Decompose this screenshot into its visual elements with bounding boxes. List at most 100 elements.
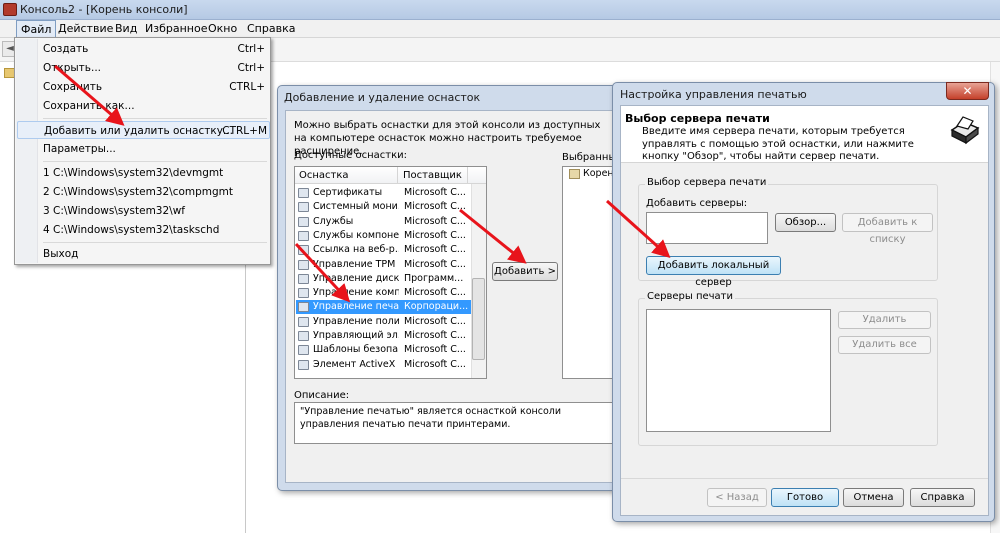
remove-all-button[interactable]: Удалить все bbox=[838, 336, 931, 354]
menu-separator bbox=[43, 161, 267, 162]
menu-file[interactable]: Файл bbox=[16, 20, 57, 38]
add-snapin-button[interactable]: Добавить > bbox=[492, 262, 558, 281]
snapin-vendor: Microsoft C... bbox=[404, 215, 466, 227]
table-row[interactable]: Элемент ActiveX Microsoft C... bbox=[296, 358, 471, 372]
snapin-name: Службы компоне... bbox=[313, 229, 399, 241]
menu-view[interactable]: Вид bbox=[112, 22, 140, 35]
snapin-icon bbox=[298, 359, 309, 370]
remove-button[interactable]: Удалить bbox=[838, 311, 931, 329]
menu-item-shortcut: Ctrl+ bbox=[237, 62, 265, 74]
snapin-vendor: Программ... bbox=[404, 272, 464, 284]
snapin-icon bbox=[298, 202, 309, 213]
table-row[interactable]: Управление печа... Корпораци... bbox=[296, 300, 471, 315]
column-header-snapin[interactable]: Оснастка bbox=[299, 170, 349, 181]
menu-window[interactable]: Окно bbox=[205, 22, 240, 35]
help-button[interactable]: Справка bbox=[910, 488, 975, 507]
menu-item-label: Создать bbox=[43, 43, 89, 55]
menu-item-label: Сохранить как... bbox=[43, 100, 135, 112]
add-local-server-button[interactable]: Добавить локальный сервер bbox=[646, 256, 781, 288]
cancel-button[interactable]: Отмена bbox=[843, 488, 904, 507]
snapin-icon bbox=[298, 302, 309, 313]
menu-item-label: Параметры... bbox=[43, 143, 116, 155]
menu-bar: Файл Действие Вид Избранное Окно Справка bbox=[0, 20, 1000, 38]
menu-item-options[interactable]: Параметры... bbox=[43, 140, 269, 158]
table-row[interactable]: Управление диск... Программ... bbox=[296, 272, 471, 286]
menu-item-label: 3 C:\Windows\system32\wf bbox=[43, 205, 185, 217]
menu-item-new[interactable]: Создать Ctrl+ bbox=[43, 40, 269, 58]
menu-item-save-as[interactable]: Сохранить как... bbox=[43, 97, 269, 115]
menu-item-save[interactable]: Сохранить CTRL+ bbox=[43, 78, 269, 96]
menu-item-label: 4 C:\Windows\system32\taskschd bbox=[43, 224, 220, 236]
file-menu: Создать Ctrl+ Открыть... Ctrl+ Сохранить CT… bbox=[14, 37, 271, 265]
menu-separator bbox=[43, 118, 267, 119]
table-row[interactable]: Управление TPM Microsoft C... bbox=[296, 258, 471, 272]
snapin-name: Управление TPM bbox=[313, 258, 396, 270]
snapin-vendor: Microsoft C... bbox=[404, 344, 466, 356]
snapin-name: Службы bbox=[313, 215, 354, 227]
menu-item-label: Добавить или удалить оснастку... bbox=[44, 125, 233, 137]
menu-item-add-remove-snapin[interactable]: Добавить или удалить оснастку... CTRL+M bbox=[17, 121, 270, 139]
table-row[interactable]: Службы компоне... Microsoft C... bbox=[296, 229, 471, 243]
snapin-icon bbox=[298, 245, 309, 256]
snapin-vendor: Microsoft C... bbox=[404, 258, 466, 270]
snapin-vendor: Корпораци... bbox=[404, 301, 468, 313]
available-snapins-label: Доступные оснастки: bbox=[294, 150, 407, 161]
table-row[interactable]: Системный мони... Microsoft C... bbox=[296, 200, 471, 214]
snapin-vendor: Microsoft C... bbox=[404, 244, 466, 256]
snapin-icon bbox=[298, 216, 309, 227]
browse-button[interactable]: Обзор... bbox=[775, 213, 836, 232]
snapin-name: Системный мони... bbox=[313, 201, 399, 213]
list-column-header: Оснастка Поставщик bbox=[295, 167, 486, 184]
table-row[interactable]: Сертификаты Microsoft C... bbox=[296, 186, 471, 200]
snapin-icon bbox=[298, 288, 309, 299]
menu-item-recent-3[interactable]: 3 C:\Windows\system32\wf bbox=[43, 202, 269, 220]
snapin-vendor: Microsoft C... bbox=[404, 315, 466, 327]
menu-action[interactable]: Действие bbox=[55, 22, 116, 35]
menu-item-shortcut: CTRL+M bbox=[222, 125, 267, 137]
back-button[interactable]: < Назад bbox=[707, 488, 767, 507]
printer-icon bbox=[950, 116, 980, 145]
snapin-vendor: Microsoft C... bbox=[404, 201, 466, 213]
app-icon bbox=[3, 3, 17, 16]
snapin-name: Управление печа... bbox=[313, 301, 399, 313]
snapin-name: Ссылка на веб-р... bbox=[313, 244, 399, 256]
menu-item-open[interactable]: Открыть... Ctrl+ bbox=[43, 59, 269, 77]
add-to-list-button[interactable]: Добавить к списку bbox=[842, 213, 933, 245]
snapin-name: Управляющий эл... bbox=[313, 330, 399, 341]
menu-help[interactable]: Справка bbox=[244, 22, 298, 35]
column-divider bbox=[467, 167, 468, 184]
snapin-dialog-title: Добавление и удаление оснасток bbox=[284, 91, 481, 104]
table-row[interactable]: Службы Microsoft C... bbox=[296, 215, 471, 229]
snapin-name: Управление диск... bbox=[313, 272, 399, 284]
table-row[interactable]: Управление комп... Microsoft C... bbox=[296, 286, 471, 300]
table-row[interactable]: Управляющий эл... Microsoft C... bbox=[296, 329, 471, 343]
menu-item-label: 1 C:\Windows\system32\devmgmt bbox=[43, 167, 224, 179]
column-header-vendor[interactable]: Поставщик bbox=[403, 170, 462, 181]
folder-icon bbox=[569, 169, 580, 179]
snapin-vendor: Microsoft C... bbox=[404, 287, 466, 299]
finish-button[interactable]: Готово bbox=[771, 488, 839, 507]
close-icon[interactable]: ✕ bbox=[946, 82, 989, 100]
print-servers-list[interactable] bbox=[646, 309, 831, 432]
server-name-input[interactable] bbox=[646, 212, 768, 244]
menu-item-recent-2[interactable]: 2 C:\Windows\system32\compmgmt bbox=[43, 183, 269, 201]
snapin-icon bbox=[298, 230, 309, 241]
table-row[interactable]: Шаблоны безопа... Microsoft C... bbox=[296, 343, 471, 357]
list-scrollbar-thumb[interactable] bbox=[472, 278, 485, 360]
menu-item-exit[interactable]: Выход bbox=[43, 245, 269, 263]
selected-snapins-list[interactable] bbox=[562, 166, 616, 379]
menu-item-recent-4[interactable]: 4 C:\Windows\system32\taskschd bbox=[43, 221, 269, 239]
menu-favorites[interactable]: Избранное bbox=[142, 22, 210, 35]
snapin-name: Сертификаты bbox=[313, 187, 383, 198]
menu-item-recent-1[interactable]: 1 C:\Windows\system32\devmgmt bbox=[43, 164, 269, 182]
snapin-icon bbox=[298, 331, 309, 341]
table-row[interactable]: Управление поли... Microsoft C... bbox=[296, 315, 471, 329]
snapin-vendor: Microsoft C... bbox=[404, 229, 466, 241]
window-title: Консоль2 - [Корень консоли] bbox=[20, 3, 188, 16]
print-dialog-header-desc: Введите имя сервера печати, которым треб… bbox=[642, 126, 914, 162]
server-select-group-title: Выбор сервера печати bbox=[645, 177, 769, 188]
snapin-icon bbox=[298, 345, 309, 356]
menu-item-label: Открыть... bbox=[43, 62, 101, 74]
table-row[interactable]: Ссылка на веб-р... Microsoft C... bbox=[296, 243, 471, 257]
snapin-name: Управление комп... bbox=[313, 287, 399, 299]
